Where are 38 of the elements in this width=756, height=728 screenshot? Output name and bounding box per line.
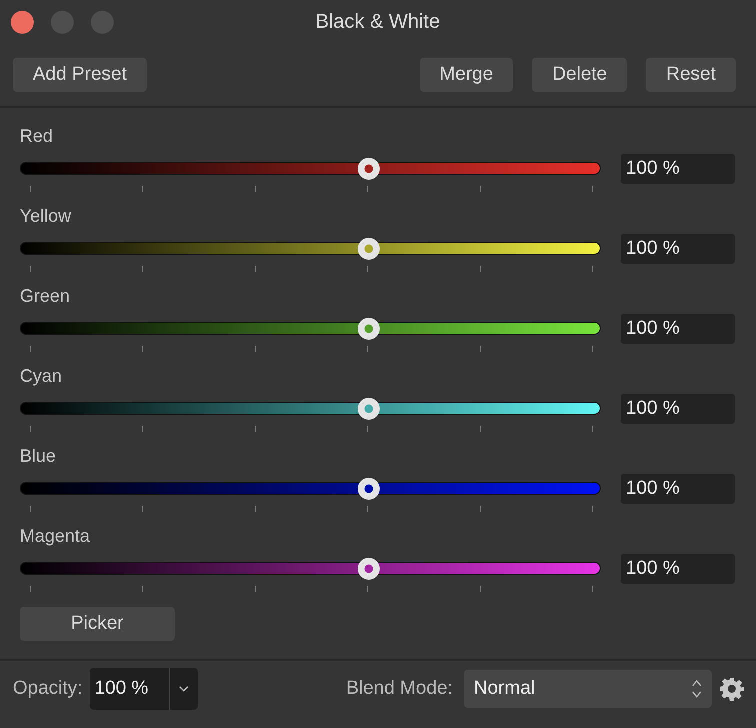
channel-label: Magenta [20, 525, 90, 548]
settings-icon[interactable] [720, 677, 744, 701]
value-field[interactable]: 100 % [621, 474, 735, 504]
channel-label: Cyan [20, 365, 62, 388]
value-field[interactable]: 100 % [621, 314, 735, 344]
value-field[interactable]: 100 % [621, 154, 735, 184]
slider-thumb[interactable] [358, 238, 380, 260]
slider[interactable] [20, 557, 601, 581]
toolbar-button[interactable]: Delete [532, 58, 628, 92]
toolbar-button[interactable]: Add Preset [13, 58, 147, 92]
opacity-label: Opacity: [13, 678, 83, 700]
slider[interactable] [20, 397, 601, 421]
up-down-arrows-icon [692, 679, 702, 699]
opacity-field[interactable]: 100 % [90, 668, 198, 710]
slider[interactable] [20, 157, 601, 181]
channel-label: Blue [20, 445, 56, 468]
channel-label: Red [20, 125, 54, 148]
channel-label: Yellow [20, 205, 72, 228]
toolbar-button[interactable]: Reset [646, 58, 736, 92]
chevron-down-icon[interactable] [178, 686, 189, 692]
picker-button[interactable]: Picker [20, 607, 175, 641]
window-title: Black & White [316, 10, 440, 35]
toolbar-button[interactable]: Merge [420, 58, 514, 92]
close-button[interactable] [11, 10, 34, 34]
slider-thumb[interactable] [358, 478, 380, 500]
value-field[interactable]: 100 % [621, 554, 735, 584]
blend-mode-label: Blend Mode: [346, 678, 453, 700]
slider-thumb[interactable] [358, 318, 380, 340]
value-field[interactable]: 100 % [621, 394, 735, 424]
channel-label: Green [20, 285, 70, 308]
value-field[interactable]: 100 % [621, 234, 735, 264]
slider-thumb[interactable] [358, 158, 380, 180]
slider[interactable] [20, 317, 601, 341]
slider-thumb[interactable] [358, 398, 380, 420]
slider[interactable] [20, 477, 601, 501]
blend-mode-select[interactable]: Normal [464, 670, 712, 708]
slider[interactable] [20, 237, 601, 261]
slider-thumb[interactable] [358, 558, 380, 580]
